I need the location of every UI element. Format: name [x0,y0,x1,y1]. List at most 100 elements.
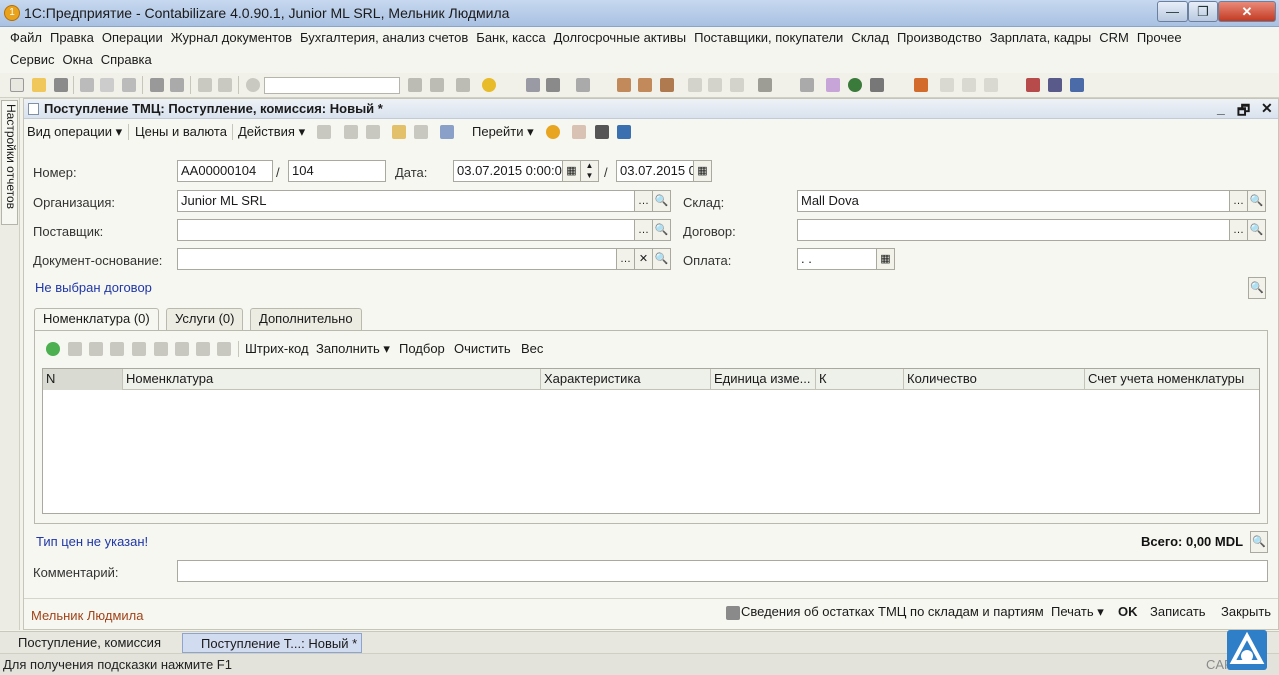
menu-edit[interactable]: Правка [46,27,98,49]
menu-suppliers[interactable]: Поставщики, покупатели [690,27,847,49]
payment-date-field[interactable]: . . [797,248,877,270]
menu-journal[interactable]: Журнал документов [167,27,296,49]
structure-icon[interactable] [414,125,428,139]
post-icon[interactable] [317,125,331,139]
users-icon[interactable] [660,78,674,92]
supplier-search-icon[interactable]: 🔍 [653,219,671,241]
delete-row-icon[interactable] [110,342,124,356]
supplier-field[interactable] [177,219,635,241]
chart-icon[interactable] [1026,78,1040,92]
calendar-icon[interactable]: ▦ [563,160,581,182]
find-prev-icon[interactable] [430,78,444,92]
search-icon[interactable] [246,78,260,92]
print-preview-icon[interactable] [170,78,184,92]
end-edit-icon[interactable] [132,342,146,356]
copy-doc-icon[interactable] [366,125,380,139]
paste-icon[interactable] [122,78,136,92]
tab-additional[interactable]: Дополнительно [250,308,362,330]
spellcheck-icon[interactable] [826,78,840,92]
maximize-button[interactable]: ❐ [1188,1,1218,22]
nomenclature-table[interactable]: N Номенклатура Характеристика Единица из… [42,368,1260,514]
menu-production[interactable]: Производство [893,27,986,49]
stock-info-button[interactable]: Сведения об остатках ТМЦ по складам и па… [741,604,1044,619]
list-view-icon[interactable] [595,125,609,139]
save-disk-icon[interactable] [54,78,68,92]
number-field[interactable]: АА00000104 [177,160,273,182]
docs-icon[interactable] [870,78,884,92]
redo-icon[interactable] [218,78,232,92]
sort-desc-icon[interactable] [217,342,231,356]
prices-currency-button[interactable]: Цены и валюта [135,124,227,139]
m-plus-icon[interactable] [708,78,722,92]
menu-windows[interactable]: Окна [59,49,97,71]
report-icon[interactable] [576,78,590,92]
warehouse-field[interactable]: Mall Dova [797,190,1230,212]
menu-other[interactable]: Прочее [1133,27,1186,49]
tab-services[interactable]: Услуги (0) [166,308,244,330]
fill-menu[interactable]: Заполнить ▾ [316,341,390,357]
column-characteristic[interactable]: Характеристика [541,369,711,390]
text-format-icon[interactable] [800,78,814,92]
column-nomenclature[interactable]: Номенклатура [123,369,541,390]
no-contract-link[interactable]: Не выбран договор [35,280,152,295]
act-icon[interactable] [962,78,976,92]
goto-menu[interactable]: Перейти ▾ [472,124,534,140]
org-search-icon[interactable]: 🔍 [653,190,671,212]
column-unit[interactable]: Единица изме... [711,369,816,390]
contract-search-icon[interactable]: 🔍 [1248,219,1266,241]
weight-button[interactable]: Вес [521,341,543,356]
sort-asc-icon[interactable] [196,342,210,356]
contract-field[interactable] [797,219,1230,241]
copy-icon[interactable] [100,78,114,92]
add-row-icon[interactable] [46,342,60,356]
info-icon[interactable] [482,78,496,92]
toolbar-search-input[interactable] [264,77,400,94]
supplier-select-button[interactable]: … [635,219,653,241]
list-icon[interactable] [546,78,560,92]
menu-bank[interactable]: Банк, касса [472,27,549,49]
calculator-icon[interactable] [526,78,540,92]
minimize-button[interactable]: — [1157,1,1188,22]
basis-clear-icon[interactable]: ✕ [635,248,653,270]
globe-icon[interactable] [848,78,862,92]
menu-operations[interactable]: Операции [98,27,167,49]
close-button[interactable]: ✕ [1218,1,1276,22]
price-type-link[interactable]: Тип цен не указан! [36,534,148,549]
menu-warehouse[interactable]: Склад [847,27,893,49]
contract-info-search-icon[interactable]: 🔍 [1248,277,1266,299]
people-icon[interactable] [1070,78,1084,92]
print-icon[interactable] [150,78,164,92]
actions-menu[interactable]: Действия ▾ [238,124,305,140]
calendar2-icon[interactable]: ▦ [694,160,712,182]
basis-search-icon[interactable]: 🔍 [653,248,671,270]
doc-minimize-button[interactable]: _ [1217,100,1225,116]
payment-calendar-icon[interactable]: ▦ [877,248,895,270]
menu-assets[interactable]: Долгосрочные активы [550,27,691,49]
m-minus-icon[interactable] [730,78,744,92]
move-down-icon[interactable] [175,342,189,356]
tab-nomenclature[interactable]: Номенклатура (0) [34,308,159,331]
basis-select-button[interactable]: … [617,248,635,270]
invoice-icon[interactable] [984,78,998,92]
window-tab-active-document[interactable]: Поступление Т...: Новый * [182,633,362,653]
column-k[interactable]: К [816,369,904,390]
barcode-button[interactable]: Штрих-код [245,341,309,356]
undo-icon[interactable] [198,78,212,92]
date-spin-button[interactable]: ▲ ▼ [581,160,599,182]
warehouse-select-button[interactable]: … [1230,190,1248,212]
help-icon[interactable] [546,125,560,139]
column-quantity[interactable]: Количество [904,369,1085,390]
menu-crm[interactable]: CRM [1095,27,1133,49]
column-n[interactable]: N [43,369,123,390]
move-up-icon[interactable] [154,342,168,356]
settings-icon[interactable] [572,125,586,139]
menu-service[interactable]: Сервис [6,49,59,71]
print-menu[interactable]: Печать ▾ [1051,604,1104,620]
based-on-icon[interactable] [392,125,406,139]
save-button[interactable]: Записать [1150,604,1206,619]
clear-button[interactable]: Очистить [454,341,511,356]
window-list-icon[interactable] [456,78,470,92]
organization-field[interactable]: Junior ML SRL [177,190,635,212]
menu-help[interactable]: Справка [97,49,156,71]
edit-row-icon[interactable] [89,342,103,356]
